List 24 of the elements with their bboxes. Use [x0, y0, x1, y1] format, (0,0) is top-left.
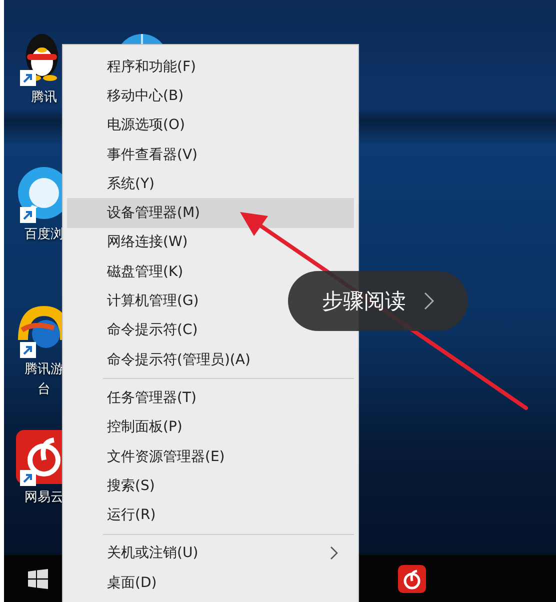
chevron-right-icon: [424, 292, 434, 310]
menu-item[interactable]: 电源选项(O): [67, 110, 354, 140]
menu-item[interactable]: 系统(Y): [67, 169, 354, 198]
icon-label: 腾讯游: [24, 361, 64, 379]
menu-item[interactable]: 关机或注销(U): [67, 538, 354, 568]
icon-label: 百度浏: [24, 226, 64, 244]
menu-item[interactable]: 控制面板(P): [67, 412, 354, 442]
menu-item[interactable]: 命令提示符(管理员)(A): [67, 344, 354, 374]
menu-item[interactable]: 事件查看器(V): [67, 140, 354, 170]
menu-item[interactable]: 网络连接(W): [67, 228, 354, 258]
music-app-icon[interactable]: [398, 564, 426, 592]
menu-item[interactable]: 桌面(D): [67, 568, 354, 598]
icon-label: 网易云: [24, 489, 64, 507]
menu-item[interactable]: 移动中心(B): [67, 81, 354, 111]
menu-item[interactable]: 设备管理器(M): [67, 198, 354, 228]
menu-item[interactable]: 程序和功能(F): [67, 52, 354, 82]
menu-item[interactable]: 搜索(S): [67, 471, 354, 500]
icon-label: 台: [38, 381, 50, 399]
menu-item[interactable]: 文件资源管理器(E): [67, 442, 354, 472]
step-reading-toast[interactable]: 步骤阅读: [288, 271, 468, 331]
icon-label: 腾讯: [31, 89, 57, 107]
menu-item[interactable]: 运行(R): [67, 500, 354, 530]
menu-item[interactable]: 任务管理器(T): [67, 383, 354, 413]
windows-start-icon[interactable]: [28, 568, 48, 588]
